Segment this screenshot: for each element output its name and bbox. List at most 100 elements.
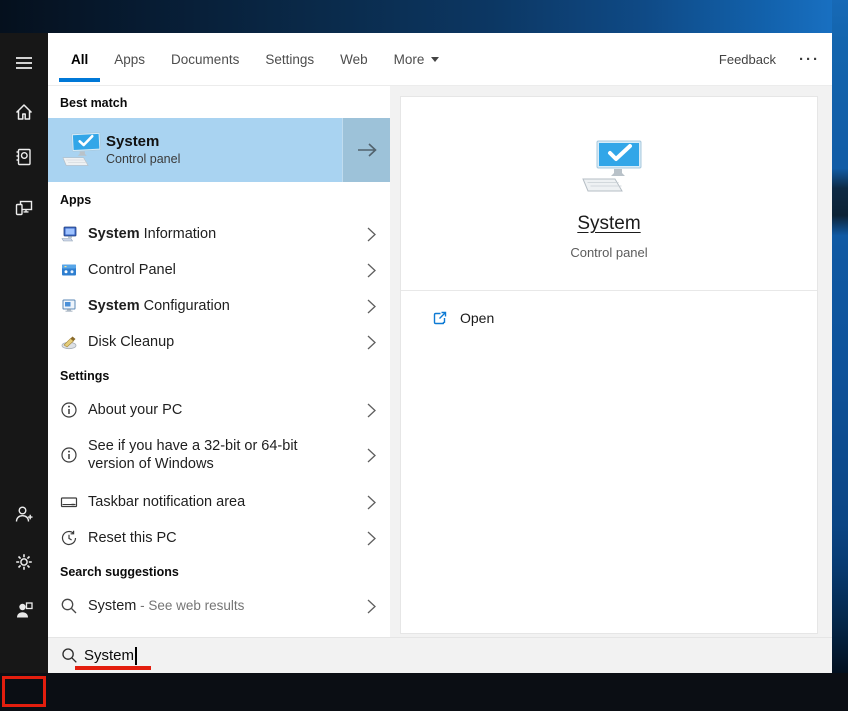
- taskbar: [0, 673, 848, 711]
- desktop-wallpaper-top: [0, 0, 848, 33]
- feedback-label: Feedback: [719, 52, 776, 67]
- result-taskbar-notification-area[interactable]: Taskbar notification area: [48, 484, 390, 520]
- text-cursor: [135, 647, 137, 665]
- results-list: Best match System Control panel: [48, 86, 390, 637]
- sidebar-devices-button[interactable]: [14, 197, 34, 217]
- best-match-result[interactable]: System Control panel: [48, 118, 390, 182]
- system-configuration-icon: [60, 297, 78, 315]
- tab-settings[interactable]: Settings: [265, 33, 314, 85]
- query-text: System: [88, 598, 136, 614]
- screen: All Apps Documents Settings Web More Fee…: [0, 0, 848, 711]
- tab-label: Settings: [265, 52, 314, 67]
- result-label: Disk Cleanup: [88, 333, 340, 351]
- result-label: System Information: [88, 225, 340, 243]
- sidebar-add-user-button[interactable]: [14, 504, 34, 524]
- chevron-right-icon[interactable]: [367, 335, 376, 350]
- settings-gear-icon: [14, 552, 34, 572]
- tab-label: More: [394, 52, 425, 67]
- tab-label: Apps: [114, 52, 145, 67]
- chevron-right-icon[interactable]: [367, 299, 376, 314]
- match-text: System: [88, 298, 140, 314]
- devices-icon: [14, 197, 34, 217]
- desktop-wallpaper-right: [832, 0, 848, 673]
- rest-text: Control Panel: [88, 262, 176, 278]
- system-monitor-check-icon: [60, 132, 102, 168]
- taskbar-display-icon: [60, 493, 78, 511]
- result-reset-this-pc[interactable]: Reset this PC: [48, 520, 390, 556]
- result-system-configuration[interactable]: System Configuration: [48, 288, 390, 324]
- user-account-icon: [14, 600, 34, 620]
- result-label: System Configuration: [88, 297, 340, 315]
- open-action[interactable]: Open: [401, 300, 817, 336]
- result-about-your-pc[interactable]: About your PC: [48, 392, 390, 428]
- best-match-expand-button[interactable]: [342, 118, 390, 182]
- control-panel-icon: [60, 261, 78, 279]
- rest-text: Disk Cleanup: [88, 334, 174, 350]
- open-external-icon: [431, 310, 448, 327]
- annotation-start-button-box: [2, 676, 46, 707]
- section-header-search-suggestions: Search suggestions: [60, 565, 179, 579]
- sidebar-home-button[interactable]: [14, 102, 34, 122]
- result-disk-cleanup[interactable]: Disk Cleanup: [48, 324, 390, 360]
- preview-title: System: [401, 213, 817, 235]
- tab-label: Documents: [171, 52, 239, 67]
- match-text: System: [88, 226, 140, 242]
- search-input[interactable]: System: [84, 647, 134, 664]
- chevron-right-icon[interactable]: [367, 448, 376, 463]
- result-label: About your PC: [88, 401, 340, 419]
- sidebar-settings-button[interactable]: [14, 552, 34, 572]
- sidebar-journal-button[interactable]: [14, 147, 34, 167]
- search-icon: [60, 597, 78, 615]
- chevron-right-icon[interactable]: [367, 263, 376, 278]
- best-match-subtitle: Control panel: [106, 151, 180, 168]
- expand-menu-button[interactable]: [14, 53, 34, 73]
- tab-documents[interactable]: Documents: [171, 33, 239, 85]
- chevron-right-icon[interactable]: [367, 495, 376, 510]
- chevron-right-icon[interactable]: [367, 403, 376, 418]
- tab-apps[interactable]: Apps: [114, 33, 145, 85]
- section-header-apps: Apps: [60, 193, 91, 207]
- start-sidebar: [0, 33, 48, 673]
- system-information-icon: [60, 225, 78, 243]
- divider: [401, 290, 817, 291]
- annotation-search-term-underline: [75, 666, 151, 670]
- result-web-search-system[interactable]: System - See web results: [48, 588, 390, 624]
- tab-label: Web: [340, 52, 368, 67]
- search-icon: [61, 647, 78, 664]
- menu-icon: [14, 53, 34, 73]
- clipped-next-item: [74, 632, 90, 636]
- chevron-right-icon[interactable]: [367, 227, 376, 242]
- result-label: Taskbar notification area: [88, 493, 340, 511]
- result-label: Control Panel: [88, 261, 340, 279]
- tab-all[interactable]: All: [71, 33, 88, 85]
- disk-cleanup-icon: [60, 333, 78, 351]
- feedback-button[interactable]: Feedback: [719, 33, 776, 85]
- arrow-right-icon: [356, 142, 378, 158]
- journal-icon: [14, 147, 34, 167]
- result-32bit-64bit[interactable]: See if you have a 32-bit or 64-bit versi…: [48, 431, 390, 479]
- add-user-icon: [14, 504, 34, 524]
- preview-card: System Control panel Open: [400, 96, 818, 634]
- overflow-menu-button[interactable]: ···: [799, 51, 820, 68]
- chevron-right-icon[interactable]: [367, 531, 376, 546]
- result-system-information[interactable]: System Information: [48, 216, 390, 252]
- result-label: Reset this PC: [88, 529, 340, 547]
- reset-history-icon: [60, 529, 78, 547]
- sidebar-user-account-button[interactable]: [14, 600, 34, 620]
- rest-text: Configuration: [140, 298, 230, 314]
- tab-label: All: [71, 52, 88, 67]
- search-box[interactable]: System: [48, 637, 832, 673]
- info-icon: [60, 446, 78, 464]
- chevron-right-icon[interactable]: [367, 599, 376, 614]
- best-match-title: System: [106, 132, 180, 151]
- info-icon: [60, 401, 78, 419]
- search-panel: All Apps Documents Settings Web More Fee…: [48, 33, 832, 673]
- tab-more[interactable]: More: [394, 33, 440, 85]
- tab-web[interactable]: Web: [340, 33, 368, 85]
- open-label: Open: [460, 310, 494, 326]
- hint-text: - See web results: [136, 598, 244, 613]
- preview-pane: System Control panel Open: [390, 86, 832, 637]
- chevron-down-icon: [431, 57, 439, 62]
- result-control-panel[interactable]: Control Panel: [48, 252, 390, 288]
- search-filter-tabs: All Apps Documents Settings Web More Fee…: [48, 33, 832, 86]
